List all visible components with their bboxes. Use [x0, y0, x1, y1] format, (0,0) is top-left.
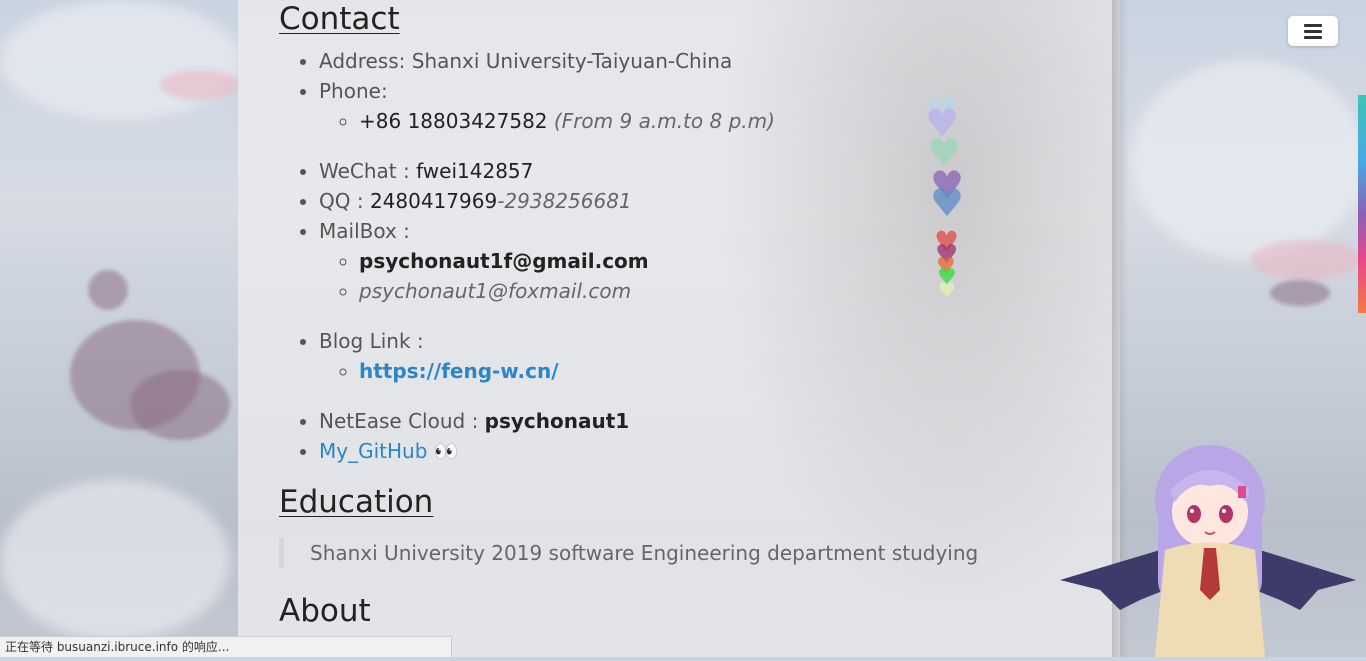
mailbox-item: MailBox : psychonaut1f@gmail.com psychon…: [319, 216, 1099, 326]
blog-link[interactable]: https://feng-w.cn/: [359, 359, 559, 383]
education-heading: Education: [279, 484, 434, 520]
github-link[interactable]: My_GitHub: [319, 439, 427, 463]
mail-primary-item: psychonaut1f@gmail.com: [359, 246, 1099, 276]
phone-hours: (From 9 a.m.to 8 p.m): [553, 109, 775, 133]
mascot-widget[interactable]: [1060, 440, 1360, 657]
mailbox-sublist: psychonaut1f@gmail.com psychonaut1@foxma…: [319, 246, 1099, 306]
address-item: Address: Shanxi University-Taiyuan-China: [319, 46, 1099, 76]
eyes-icon: 👀: [433, 439, 459, 463]
phone-label: Phone:: [319, 79, 388, 103]
netease-item: NetEase Cloud : psychonaut1: [319, 406, 1099, 436]
contact-heading: Contact: [279, 1, 400, 37]
mail-primary: psychonaut1f@gmail.com: [359, 249, 649, 273]
mail-secondary-item: psychonaut1@foxmail.com: [359, 276, 1099, 306]
netease-value: psychonaut1: [484, 409, 630, 433]
status-text: 正在等待 busuanzi.ibruce.info 的响应...: [5, 640, 230, 654]
menu-button[interactable]: [1288, 16, 1338, 46]
qq-label: QQ :: [319, 189, 370, 213]
blog-label: Blog Link :: [319, 329, 424, 353]
contact-list: Address: Shanxi University-Taiyuan-China…: [279, 46, 1099, 466]
about-heading: About: [279, 593, 371, 629]
qq-item: QQ : 2480417969-2938256681: [319, 186, 1099, 216]
wechat-item: WeChat : fwei142857: [319, 156, 1099, 186]
address-text: Address: Shanxi University-Taiyuan-China: [319, 49, 733, 73]
phone-sublist: +86 18803427582 (From 9 a.m.to 8 p.m): [319, 106, 1099, 136]
mail-secondary: psychonaut1@foxmail.com: [359, 279, 632, 303]
education-quote: Shanxi University 2019 software Engineer…: [279, 538, 1099, 568]
phone-number-item: +86 18803427582 (From 9 a.m.to 8 p.m): [359, 106, 1099, 136]
blog-item: Blog Link : https://feng-w.cn/: [319, 326, 1099, 406]
hamburger-icon: [1304, 21, 1322, 42]
mascot-illustration: [1060, 445, 1356, 657]
blog-sublist: https://feng-w.cn/: [319, 356, 1099, 386]
netease-label: NetEase Cloud :: [319, 409, 485, 433]
mailbox-label: MailBox :: [319, 219, 410, 243]
browser-status-bar: 正在等待 busuanzi.ibruce.info 的响应...: [0, 636, 452, 657]
qq-value: 2480417969: [369, 189, 498, 213]
qq-alt: -2938256681: [497, 189, 632, 213]
phone-number: +86 18803427582: [359, 109, 548, 133]
wechat-label: WeChat :: [319, 159, 417, 183]
phone-item: Phone: +86 18803427582 (From 9 a.m.to 8 …: [319, 76, 1099, 156]
github-item: My_GitHub 👀: [319, 436, 1099, 466]
blog-link-item: https://feng-w.cn/: [359, 356, 1099, 386]
resume-content: Contact Address: Shanxi University-Taiyu…: [279, 0, 1099, 630]
accent-strip: [1358, 95, 1366, 313]
education-text: Shanxi University 2019 software Engineer…: [310, 541, 979, 565]
wechat-value: fwei142857: [416, 159, 534, 183]
